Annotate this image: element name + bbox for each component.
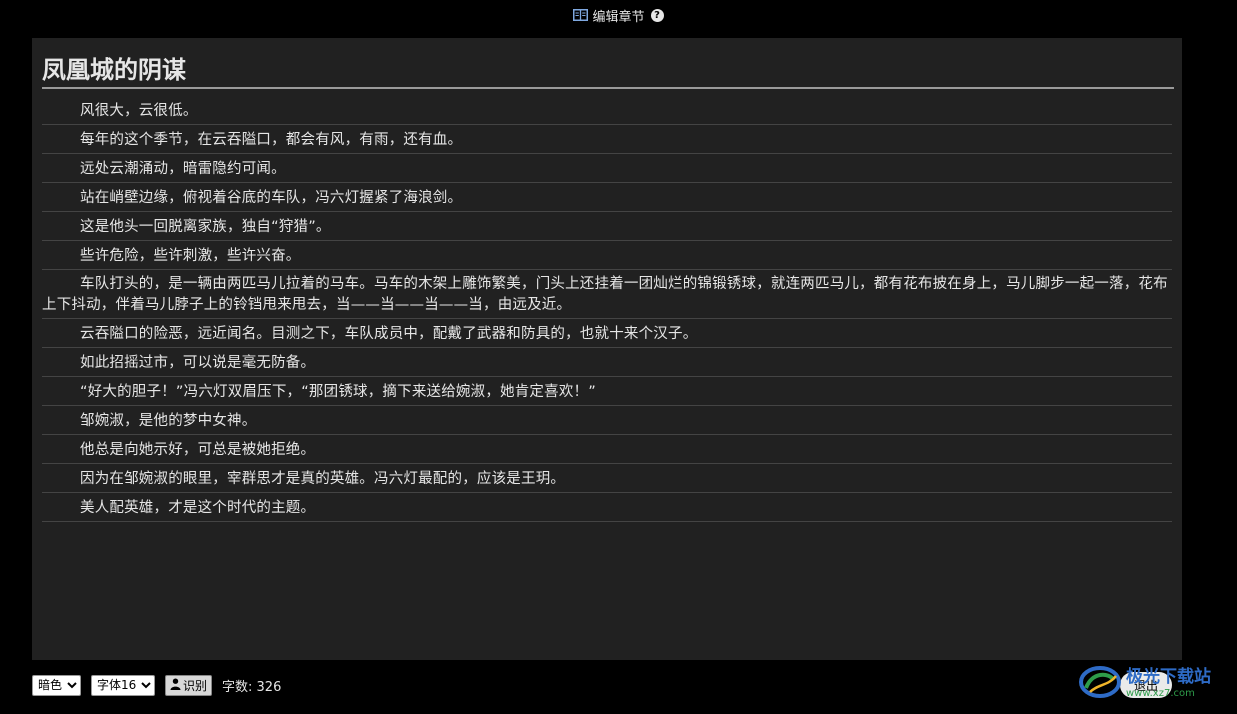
word-count: 字数: 326 (222, 679, 282, 695)
book-open-icon (573, 9, 589, 21)
title-divider (42, 87, 1174, 89)
editor-header: 编辑章节 ? (0, 6, 1237, 25)
chapter-body[interactable]: 风很大，云很低。 每年的这个季节，在云吞隘口，都会有风，有雨，还有血。 远处云潮… (42, 96, 1172, 522)
theme-select[interactable]: 暗色 (32, 674, 81, 696)
paragraph[interactable]: 云吞隘口的险恶，远近闻名。目测之下，车队成员中，配戴了武器和防具的，也就十来个汉… (42, 319, 1172, 348)
paragraph[interactable]: 因为在邹婉淑的眼里，宰群思才是真的英雄。冯六灯最配的，应该是王玥。 (42, 464, 1172, 493)
editor-header-label: 编辑章节 (592, 9, 645, 25)
paragraph[interactable]: 站在峭壁边缘，俯视着谷底的车队，冯六灯握紧了海浪剑。 (42, 183, 1172, 212)
paragraph[interactable]: 如此招摇过市，可以说是毫无防备。 (42, 348, 1172, 377)
bottom-toolbar: 暗色 字体16 识别 字数: 326 (32, 674, 281, 696)
paragraph[interactable]: 他总是向她示好，可总是被她拒绝。 (42, 435, 1172, 464)
paragraph[interactable]: 风很大，云很低。 (42, 96, 1172, 125)
paragraph[interactable]: 这是他头一回脱离家族，独自“狩猎”。 (42, 212, 1172, 241)
paragraph[interactable]: 邹婉淑，是他的梦中女神。 (42, 406, 1172, 435)
user-icon (170, 678, 181, 693)
paragraph[interactable]: 远处云潮涌动，暗雷隐约可闻。 (42, 154, 1172, 183)
chapter-title[interactable]: 凤凰城的阴谋 (42, 50, 186, 85)
chapter-editor[interactable]: 凤凰城的阴谋 风很大，云很低。 每年的这个季节，在云吞隘口，都会有风，有雨，还有… (32, 38, 1182, 660)
paragraph[interactable]: 美人配英雄，才是这个时代的主题。 (42, 493, 1172, 522)
question-circle-icon[interactable]: ? (650, 8, 664, 22)
paragraph[interactable]: “好大的胆子！”冯六灯双眉压下，“那团锈球，摘下来送给婉淑，她肯定喜欢！” (42, 377, 1172, 406)
exit-button[interactable]: 退出 (1120, 672, 1172, 698)
swirl-logo-icon (1078, 662, 1122, 706)
recognize-button[interactable]: 识别 (165, 674, 213, 696)
recognize-label: 识别 (183, 678, 208, 693)
paragraph[interactable]: 车队打头的，是一辆由两匹马儿拉着的马车。马车的木架上雕饰繁美，门头上还挂着一团灿… (42, 270, 1172, 319)
paragraph[interactable]: 些许危险，些许刺激，些许兴奋。 (42, 241, 1172, 270)
font-size-select[interactable]: 字体16 (91, 674, 155, 696)
paragraph[interactable]: 每年的这个季节，在云吞隘口，都会有风，有雨，还有血。 (42, 125, 1172, 154)
